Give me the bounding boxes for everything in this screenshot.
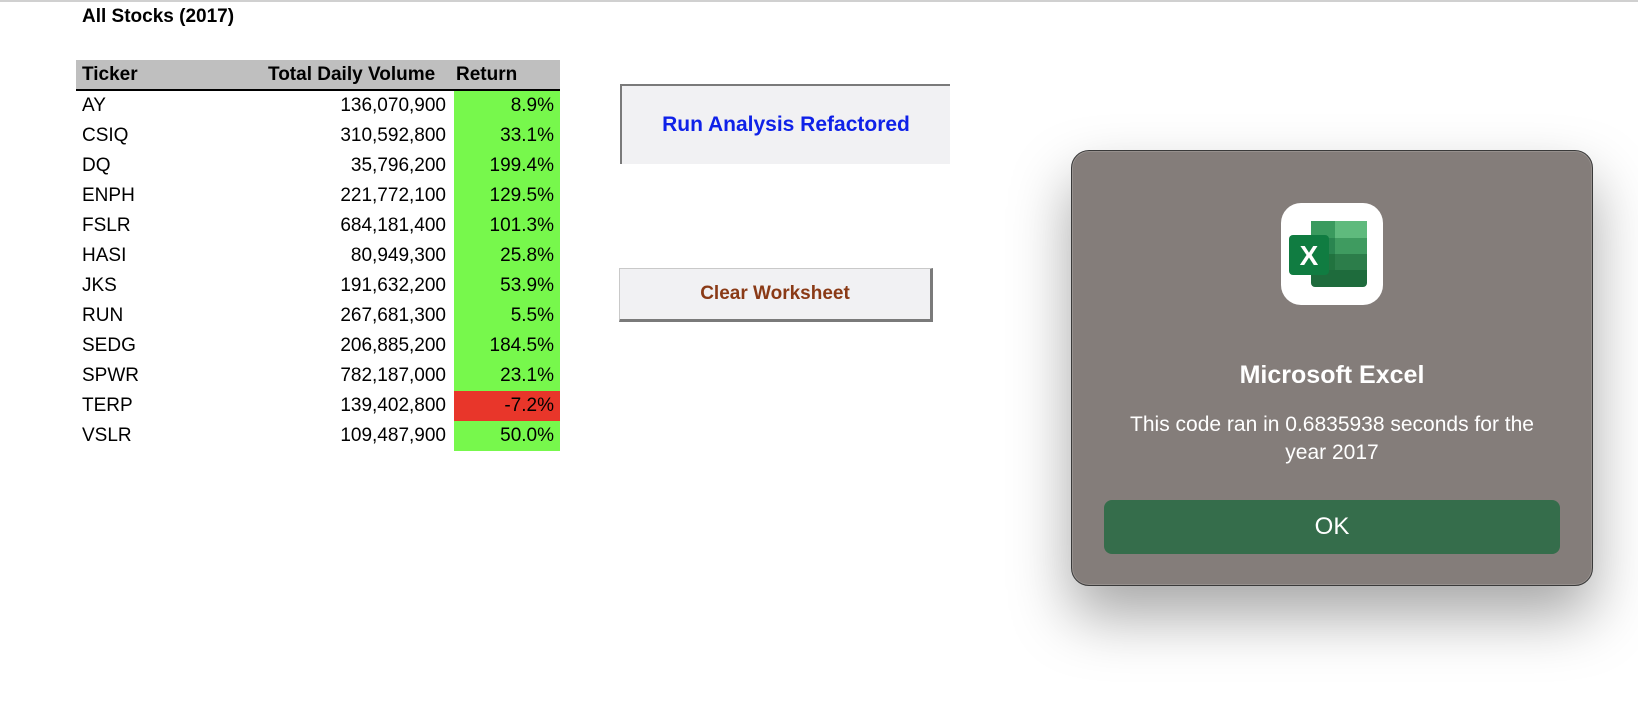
cell-ticker[interactable]: HASI [76,241,268,271]
cell-return[interactable]: 50.0% [450,421,560,451]
cell-ticker[interactable]: SPWR [76,361,268,391]
table-row: RUN 267,681,300 5.5% [76,301,560,331]
cell-volume[interactable]: 136,070,900 [268,91,450,121]
cell-return[interactable]: 5.5% [450,301,560,331]
table-row: HASI 80,949,300 25.8% [76,241,560,271]
table-row: AY 136,070,900 8.9% [76,91,560,121]
table-row: SEDG 206,885,200 184.5% [76,331,560,361]
table-body: AY 136,070,900 8.9% CSIQ 310,592,800 33.1% DQ 3… [76,91,560,451]
cell-ticker[interactable]: RUN [76,301,268,331]
table-row: JKS 191,632,200 53.9% [76,271,560,301]
table-row: FSLR 684,181,400 101.3% [76,211,560,241]
clear-worksheet-button[interactable]: Clear Worksheet [619,268,933,322]
cell-ticker[interactable]: TERP [76,391,268,421]
run-analysis-refactored-button[interactable]: Run Analysis Refactored [620,84,950,164]
cell-ticker[interactable]: DQ [76,151,268,181]
excel-icon-letter: X [1300,240,1319,271]
table-row: ENPH 221,772,100 129.5% [76,181,560,211]
cell-return[interactable]: 25.8% [450,241,560,271]
sheet-title: All Stocks (2017) [82,6,235,27]
cell-ticker[interactable]: JKS [76,271,268,301]
cell-volume[interactable]: 80,949,300 [268,241,450,271]
ok-button[interactable]: OK [1104,500,1560,554]
table-header-row: Ticker Total Daily Volume Return [76,60,560,91]
table-row: TERP 139,402,800 -7.2% [76,391,560,421]
table-row: CSIQ 310,592,800 33.1% [76,121,560,151]
cell-volume[interactable]: 221,772,100 [268,181,450,211]
cell-return[interactable]: 33.1% [450,121,560,151]
column-header-volume[interactable]: Total Daily Volume [268,60,450,91]
stocks-table: Ticker Total Daily Volume Return AY 136,0… [76,60,560,451]
cell-volume[interactable]: 109,487,900 [268,421,450,451]
cell-ticker[interactable]: VSLR [76,421,268,451]
column-header-ticker[interactable]: Ticker [76,60,268,91]
table-row: DQ 35,796,200 199.4% [76,151,560,181]
window-top-border [0,0,1638,2]
cell-ticker[interactable]: FSLR [76,211,268,241]
cell-ticker[interactable]: AY [76,91,268,121]
cell-return[interactable]: 101.3% [450,211,560,241]
dialog-message: This code ran in 0.6835938 seconds for t… [1130,413,1534,464]
cell-volume[interactable]: 684,181,400 [268,211,450,241]
alert-dialog: X Microsoft Excel This code ran in 0.683… [1071,150,1593,586]
cell-return[interactable]: 129.5% [450,181,560,211]
column-header-return[interactable]: Return [450,60,560,91]
cell-return[interactable]: 8.9% [450,91,560,121]
table-row: SPWR 782,187,000 23.1% [76,361,560,391]
excel-app-icon: X [1281,203,1383,305]
cell-ticker[interactable]: CSIQ [76,121,268,151]
cell-volume[interactable]: 310,592,800 [268,121,450,151]
cell-volume[interactable]: 782,187,000 [268,361,450,391]
dialog-title: Microsoft Excel [1239,361,1425,389]
cell-return[interactable]: 184.5% [450,331,560,361]
cell-return[interactable]: 23.1% [450,361,560,391]
cell-return[interactable]: 53.9% [450,271,560,301]
cell-volume[interactable]: 267,681,300 [268,301,450,331]
cell-ticker[interactable]: SEDG [76,331,268,361]
table-row: VSLR 109,487,900 50.0% [76,421,560,451]
cell-return[interactable]: 199.4% [450,151,560,181]
cell-volume[interactable]: 139,402,800 [268,391,450,421]
cell-volume[interactable]: 206,885,200 [268,331,450,361]
cell-ticker[interactable]: ENPH [76,181,268,211]
cell-volume[interactable]: 35,796,200 [268,151,450,181]
cell-return[interactable]: -7.2% [450,391,560,421]
cell-volume[interactable]: 191,632,200 [268,271,450,301]
